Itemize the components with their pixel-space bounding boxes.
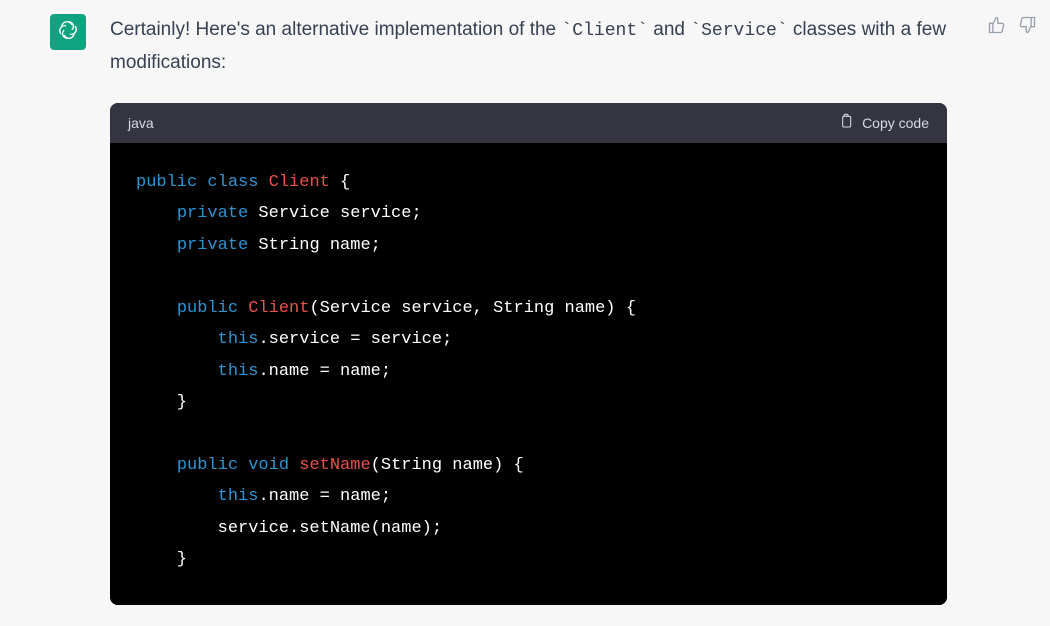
- thumbs-down-icon: [1017, 15, 1037, 40]
- code-block-header: java Copy code: [110, 103, 947, 143]
- message-text: Certainly! Here's an alternative impleme…: [110, 14, 950, 79]
- code-block: java Copy code public class Client { pri…: [110, 103, 947, 605]
- code-language-label: java: [128, 115, 154, 131]
- thumbs-up-icon: [987, 15, 1007, 40]
- thumbs-down-button[interactable]: [1016, 16, 1038, 38]
- code-body[interactable]: public class Client { private Service se…: [110, 143, 947, 605]
- openai-logo-icon: [56, 18, 80, 47]
- copy-code-button[interactable]: Copy code: [838, 112, 929, 133]
- message-content: Certainly! Here's an alternative impleme…: [110, 14, 950, 605]
- clipboard-icon: [838, 112, 854, 133]
- assistant-avatar: [50, 14, 86, 50]
- text-segment: and: [648, 19, 690, 40]
- text-segment: Certainly! Here's an alternative impleme…: [110, 19, 561, 40]
- assistant-message-row: Certainly! Here's an alternative impleme…: [0, 14, 1050, 605]
- feedback-buttons: [986, 16, 1038, 38]
- copy-code-label: Copy code: [862, 115, 929, 131]
- thumbs-up-button[interactable]: [986, 16, 1008, 38]
- inline-code: `Service`: [690, 21, 787, 41]
- inline-code: `Client`: [561, 21, 648, 41]
